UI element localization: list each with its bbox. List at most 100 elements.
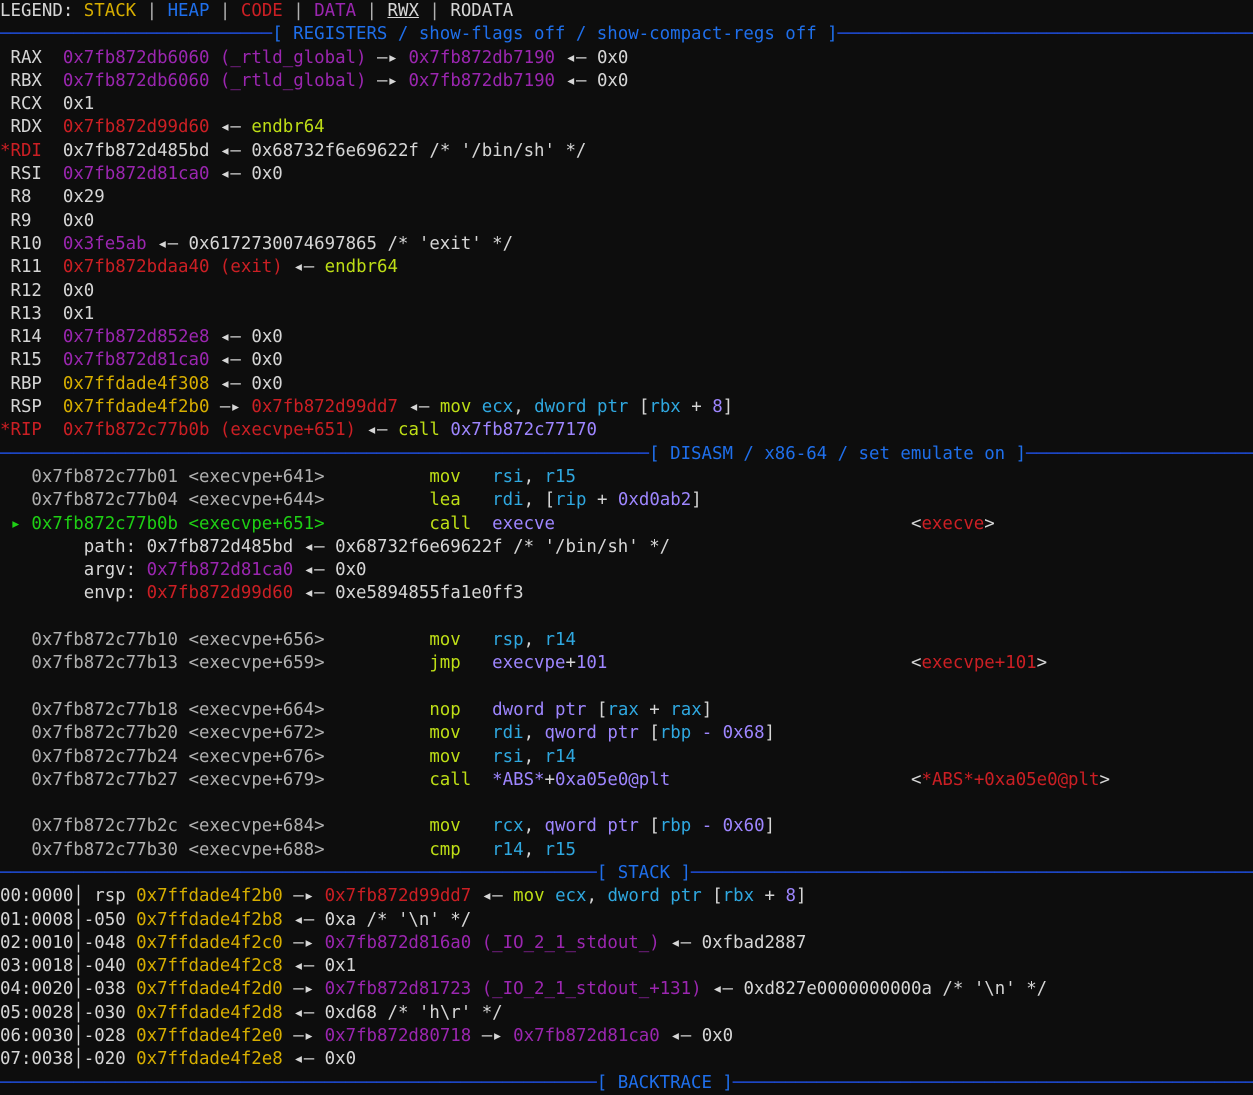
instruction-symbol: <execvpe+676> — [188, 746, 325, 767]
banner-rule-right: ────────────────────────────────────────… — [837, 24, 1253, 45]
points-to-arrow-icon: ◂– — [670, 932, 692, 953]
chain-value: 0x7fb872db7190 — [408, 47, 556, 68]
instruction-symbol: <execvpe+641> — [188, 466, 325, 487]
stack-divider: │ — [73, 956, 84, 977]
stack-offset: -020 — [83, 1049, 137, 1070]
stack-row[interactable]: 05:0028│-030 0x7ffdade4f2d8 ◂– 0xd68 /* … — [0, 1002, 1253, 1025]
register-row[interactable]: RBX 0x7fb872db6060 (_rtld_global) –▸ 0x7… — [0, 70, 1253, 93]
disasm-instruction[interactable]: 0x7fb872c77b2c <execvpe+684> mov rcx, qw… — [0, 815, 1253, 838]
call-arg-value: 0x7fb872d81ca0 — [146, 560, 294, 581]
stack-row[interactable]: 03:0018│-040 0x7ffdade4f2c8 ◂– 0x1 — [0, 955, 1253, 978]
stack-divider: │ — [73, 1026, 84, 1047]
chain-value: 0x6172730074697865 /* 'exit' */ — [188, 233, 514, 254]
instruction-mnemonic: mov — [429, 746, 493, 767]
register-symbol: (exit) — [219, 257, 283, 278]
stack-row[interactable]: 01:0008│-050 0x7ffdade4f2b8 ◂– 0xa /* '\… — [0, 909, 1253, 932]
instruction-operands: *ABS*+0xa05e0@plt — [492, 769, 671, 790]
banner-rule-right: ────────────────────────────────── — [1026, 443, 1253, 464]
register-row[interactable]: R13 0x1 — [0, 303, 1253, 326]
stack-index: 01:0008 — [0, 909, 74, 930]
register-row[interactable]: R8 0x29 — [0, 186, 1253, 209]
instruction-address: 0x7fb872c77b20 — [31, 723, 179, 744]
register-name: RSP — [0, 397, 53, 418]
deref-arrow-icon: –▸ — [377, 47, 398, 68]
disasm-instruction-current[interactable]: ▸ 0x7fb872c77b0b <execvpe+651> call exec… — [0, 513, 1253, 536]
register-row[interactable]: *RDI 0x7fb872d485bd ◂– 0x68732f6e69622f … — [0, 140, 1253, 163]
legend-separator: | — [209, 1, 241, 21]
instruction-operands: rsi, r14 — [492, 746, 576, 767]
disasm-instruction[interactable]: 0x7fb872c77b10 <execvpe+656> mov rsp, r1… — [0, 629, 1253, 652]
register-value: 0x1 — [62, 303, 95, 324]
points-to-arrow-icon: ◂– — [293, 909, 315, 930]
points-to-arrow-icon: ◂– — [408, 397, 430, 418]
points-to-arrow-icon: ◂– — [303, 536, 325, 557]
instruction-mnemonic: nop — [429, 699, 493, 720]
instruction-address: 0x7fb872c77b04 — [31, 490, 179, 511]
register-row[interactable]: R14 0x7fb872d852e8 ◂– 0x0 — [0, 326, 1253, 349]
register-name: RDX — [0, 117, 53, 138]
register-row[interactable]: RDX 0x7fb872d99d60 ◂– endbr64 — [0, 116, 1253, 139]
register-row[interactable]: *RIP 0x7fb872c77b0b (execvpe+651) ◂– cal… — [0, 419, 1253, 442]
stack-row[interactable]: 06:0030│-028 0x7ffdade4f2e0 –▸ 0x7fb872d… — [0, 1025, 1253, 1048]
banner-title: [ BACKTRACE ] — [596, 1072, 733, 1093]
register-row[interactable]: R12 0x0 — [0, 280, 1253, 303]
banner-rule-right: ────────────────────────────────────────… — [691, 862, 1253, 883]
register-name: R8 — [0, 187, 53, 208]
instruction-address: 0x7fb872c77b18 — [31, 699, 179, 720]
banner-rule-left: ────────────────────────────────────────… — [0, 1072, 597, 1093]
disasm-instruction[interactable]: 0x7fb872c77b27 <execvpe+679> call *ABS*+… — [0, 769, 1253, 792]
disasm-instruction[interactable]: 0x7fb872c77b01 <execvpe+641> mov rsi, r1… — [0, 466, 1253, 489]
instruction-address: 0x7fb872c77b10 — [31, 630, 179, 651]
register-row[interactable]: RSP 0x7ffdade4f2b0 –▸ 0x7fb872d99dd7 ◂– … — [0, 396, 1253, 419]
disasm-instruction[interactable]: 0x7fb872c77b20 <execvpe+672> mov rdi, qw… — [0, 722, 1253, 745]
register-row[interactable]: RSI 0x7fb872d81ca0 ◂– 0x0 — [0, 163, 1253, 186]
chain-value: endbr64 — [251, 117, 325, 138]
stack-row[interactable]: 07:0038│-020 0x7ffdade4f2e8 ◂– 0x0 — [0, 1048, 1253, 1071]
legend-bar: LEGEND: STACK | HEAP | CODE | DATA | RWX… — [0, 0, 1253, 23]
instruction-operands: execve — [492, 513, 555, 534]
register-name: RBP — [0, 373, 53, 394]
chain-value: endbr64 — [324, 257, 398, 278]
register-row[interactable]: RCX 0x1 — [0, 93, 1253, 116]
stack-row[interactable]: 04:0020│-038 0x7ffdade4f2d0 –▸ 0x7fb872d… — [0, 978, 1253, 1001]
deref-arrow-icon: –▸ — [293, 886, 315, 907]
instruction-mnemonic: mov — [429, 723, 493, 744]
points-to-arrow-icon: ◂– — [293, 1049, 315, 1070]
disasm-instruction[interactable]: 0x7fb872c77b18 <execvpe+664> nop dword p… — [0, 699, 1253, 722]
stack-index: 03:0018 — [0, 956, 74, 977]
stack-row[interactable]: 00:0000│ rsp 0x7ffdade4f2b0 –▸ 0x7fb872d… — [0, 885, 1253, 908]
instruction-annotation: <*ABS*+0xa05e0@plt> — [910, 769, 1110, 790]
call-arg-deref: 0x0 — [335, 560, 367, 581]
instruction-mnemonic: call — [429, 769, 493, 790]
call-arg-label: envp: — [83, 583, 147, 604]
stack-divider: │ — [73, 909, 84, 930]
disasm-instruction[interactable]: 0x7fb872c77b13 <execvpe+659> jmp execvpe… — [0, 652, 1253, 675]
instruction-operands: rdi, qword ptr [rbp - 0x68] — [492, 723, 776, 744]
disasm-instruction[interactable]: 0x7fb872c77b04 <execvpe+644> lea rdi, [r… — [0, 489, 1253, 512]
register-row[interactable]: R15 0x7fb872d81ca0 ◂– 0x0 — [0, 349, 1253, 372]
disasm-instruction[interactable]: 0x7fb872c77b24 <execvpe+676> mov rsi, r1… — [0, 746, 1253, 769]
register-row[interactable]: RBP 0x7ffdade4f308 ◂– 0x0 — [0, 373, 1253, 396]
register-row[interactable]: R9 0x0 — [0, 210, 1253, 233]
banner-rule-right: ────────────────────────────────────────… — [732, 1072, 1253, 1093]
legend-separator: | — [136, 1, 168, 21]
register-row[interactable]: R10 0x3fe5ab ◂– 0x6172730074697865 /* 'e… — [0, 233, 1253, 256]
points-to-arrow-icon: ◂– — [670, 1026, 692, 1047]
stack-row[interactable]: 02:0010│-048 0x7ffdade4f2c0 –▸ 0x7fb872d… — [0, 932, 1253, 955]
register-row[interactable]: RAX 0x7fb872db6060 (_rtld_global) –▸ 0x7… — [0, 47, 1253, 70]
register-value: 0x0 — [62, 280, 95, 301]
chain-value: 0xa /* '\n' */ — [324, 909, 472, 930]
register-row[interactable]: R11 0x7fb872bdaa40 (exit) ◂– endbr64 — [0, 256, 1253, 279]
disasm-instruction[interactable]: 0x7fb872c77b30 <execvpe+688> cmp r14, r1… — [0, 839, 1253, 862]
disasm-blank — [0, 676, 1253, 699]
register-name: R9 — [0, 210, 53, 231]
points-to-arrow-icon: ◂– — [303, 560, 325, 581]
points-to-arrow-icon: ◂– — [366, 420, 388, 441]
instruction-address: 0x7fb872c77b30 — [31, 839, 179, 860]
instruction-operands: rcx, qword ptr [rbp - 0x60] — [492, 816, 776, 837]
deref-arrow-icon: –▸ — [293, 979, 315, 1000]
instruction-address: 0x7fb872c77b0b — [31, 513, 179, 534]
chain-value: 0x7fb872d80718 — [324, 1026, 472, 1047]
deref-arrow-icon: –▸ — [293, 932, 315, 953]
register-name-marked: *RIP — [0, 420, 53, 441]
